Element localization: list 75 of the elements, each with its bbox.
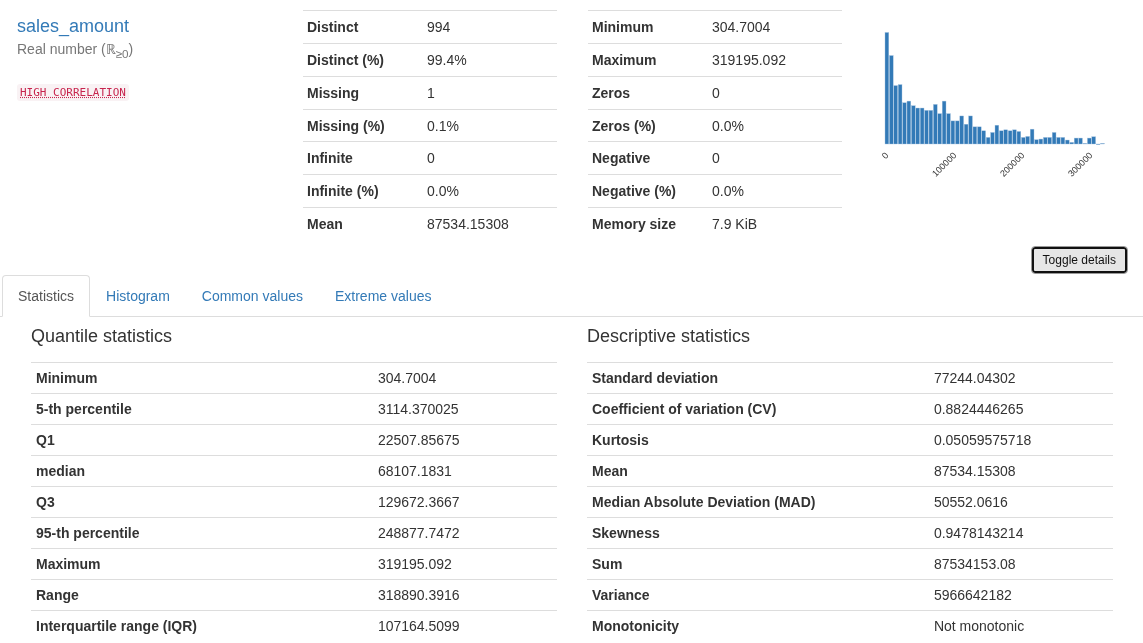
- stat-value: 0.8824446265: [928, 393, 1113, 425]
- stat-label: Memory size: [588, 207, 708, 240]
- stat-label: Maximum: [588, 43, 708, 77]
- axis-tick-label: 0: [880, 150, 891, 161]
- stat-value: 0: [708, 141, 842, 175]
- stat-value: 87534153.08: [928, 548, 1113, 580]
- stat-label: 5-th percentile: [31, 393, 373, 425]
- stat-value: Not monotonic: [928, 610, 1113, 641]
- stat-value: 129672.3667: [372, 486, 557, 518]
- stat-label: Missing: [303, 76, 423, 110]
- stat-label: Interquartile range (IQR): [31, 610, 373, 641]
- variable-name: sales_amount: [17, 16, 131, 37]
- stat-label: Missing (%): [303, 109, 423, 142]
- stat-value: 0: [708, 76, 842, 110]
- stat-label: Infinite: [303, 141, 423, 175]
- section-title: Descriptive statistics: [587, 326, 752, 347]
- stat-value: 107164.5099: [372, 610, 557, 641]
- stat-label: Q1: [31, 424, 373, 456]
- stat-label: median: [31, 455, 373, 487]
- stat-value: 3114.370025: [372, 393, 557, 425]
- tab[interactable]: Statistics: [2, 275, 90, 317]
- stat-value: 319195.092: [372, 548, 557, 580]
- stat-value: 248877.7472: [372, 517, 557, 549]
- stat-value: 0.1%: [423, 109, 557, 142]
- variable-type: Real number (ℝ$_{≥0}$): [17, 40, 135, 60]
- stat-value: 68107.1831: [372, 455, 557, 487]
- stat-label: Mean: [303, 207, 423, 240]
- stat-value: 318890.3916: [372, 579, 557, 611]
- stat-value: 0.0%: [708, 174, 842, 208]
- stat-label: Maximum: [31, 548, 373, 580]
- tab[interactable]: Common values: [185, 275, 319, 317]
- stat-label: Minimum: [588, 10, 708, 44]
- stat-label: Range: [31, 579, 373, 611]
- stat-label: Skewness: [587, 517, 929, 549]
- stat-value: 87534.15308: [423, 207, 557, 240]
- stat-value: 50552.0616: [928, 486, 1113, 518]
- stat-label: Negative: [588, 141, 708, 175]
- stat-value: 7.9 KiB: [708, 207, 842, 240]
- stat-value: 319195.092: [708, 43, 842, 77]
- stat-label: Standard deviation: [587, 362, 929, 394]
- stat-value: 0.9478143214: [928, 517, 1113, 549]
- toggle-details-button[interactable]: Toggle details: [1031, 247, 1127, 273]
- stat-label: Distinct (%): [303, 43, 423, 77]
- stat-value: 304.7004: [708, 10, 842, 44]
- tab[interactable]: Extreme values: [318, 275, 448, 317]
- stat-value: 0: [423, 141, 557, 175]
- section-title: Quantile statistics: [31, 326, 174, 347]
- stat-label: Zeros: [588, 76, 708, 110]
- stat-label: Kurtosis: [587, 424, 929, 456]
- stat-label: Q3: [31, 486, 373, 518]
- stat-value: 77244.04302: [928, 362, 1113, 394]
- stat-label: Negative (%): [588, 174, 708, 208]
- stat-value: 99.4%: [423, 43, 557, 77]
- stat-label: Coefficient of variation (CV): [587, 393, 929, 425]
- stat-label: 95-th percentile: [31, 517, 373, 549]
- stat-label: Infinite (%): [303, 174, 423, 208]
- stat-label: Sum: [587, 548, 929, 580]
- stat-value: 0.0%: [423, 174, 557, 208]
- stat-label: Zeros (%): [588, 109, 708, 142]
- stat-value: 0.05059575718: [928, 424, 1113, 456]
- stat-label: Minimum: [31, 362, 373, 394]
- tab[interactable]: Histogram: [90, 275, 186, 317]
- stat-label: Median Absolute Deviation (MAD): [587, 486, 929, 518]
- alert-tag: HIGH CORRELATION: [17, 83, 129, 101]
- stat-value: 0.0%: [708, 109, 842, 142]
- stat-label: Monotonicity: [587, 610, 929, 641]
- stat-value: 304.7004: [372, 362, 557, 394]
- stat-value: 22507.85675: [372, 424, 557, 456]
- stat-value: 994: [423, 10, 557, 44]
- stat-value: 5966642182: [928, 579, 1113, 611]
- stat-value: 1: [423, 76, 557, 110]
- stat-label: Variance: [587, 579, 929, 611]
- stat-label: Mean: [587, 455, 929, 487]
- stat-label: Distinct: [303, 10, 423, 44]
- stat-value: 87534.15308: [928, 455, 1113, 487]
